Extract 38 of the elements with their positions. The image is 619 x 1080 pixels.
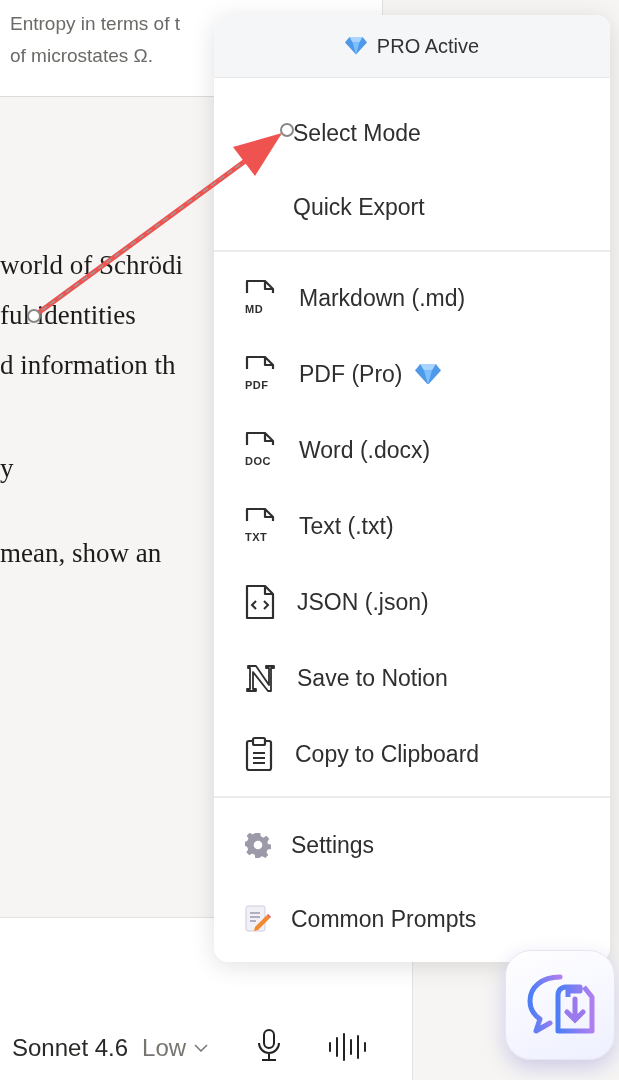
article-text: world of Schrödi (0, 249, 183, 282)
menu-item[interactable]: Quick Export (214, 170, 610, 244)
diamond-icon (344, 37, 367, 55)
article-text: ful identities (0, 299, 136, 332)
file-type-label: TXT (245, 532, 268, 543)
app-launcher-button[interactable] (505, 950, 615, 1060)
menu-item[interactable]: MD Markdown (.md) (214, 260, 610, 336)
article-text: mean, show an (0, 537, 162, 570)
microphone-button[interactable] (256, 1028, 283, 1062)
article-text: y (0, 452, 14, 485)
clipboard-icon (245, 736, 273, 772)
effort-dropdown[interactable]: Low (142, 1034, 209, 1062)
note-pencil-icon (245, 905, 271, 933)
menu-item[interactable]: Common Prompts (214, 882, 610, 956)
model-name: Sonnet 4.6 (12, 1034, 129, 1062)
settings-icon (245, 832, 271, 858)
file-type-label: MD (245, 304, 264, 315)
article-text: d information th (0, 349, 176, 382)
menu-item[interactable]: PDF PDF (Pro) (214, 336, 610, 412)
waveform-icon (328, 1032, 367, 1062)
menu-item[interactable]: Settings (214, 808, 610, 882)
note-text: of microstates Ω. (10, 44, 154, 68)
menu-item[interactable]: Save to Notion (214, 640, 610, 716)
chevron-icon (194, 1044, 209, 1052)
code-file-icon (245, 584, 275, 620)
note-text: Entropy in terms of t (10, 12, 180, 36)
voice-button[interactable] (328, 1032, 367, 1062)
menu-item[interactable]: Select Mode (214, 96, 610, 170)
diamond-icon (414, 363, 441, 385)
file-type-label: DOC (245, 456, 271, 467)
menu-item[interactable]: DOC Word (.docx) (214, 412, 610, 488)
file-type-label: PDF (245, 380, 269, 391)
menu-item[interactable]: Copy to Clipboard (214, 716, 610, 792)
pro-status: PRO Active (376, 34, 480, 58)
notion-icon (245, 664, 275, 692)
menu-item[interactable]: JSON (.json) (214, 564, 610, 640)
microphone-icon (256, 1028, 283, 1062)
menu-item[interactable]: TXT Text (.txt) (214, 488, 610, 564)
